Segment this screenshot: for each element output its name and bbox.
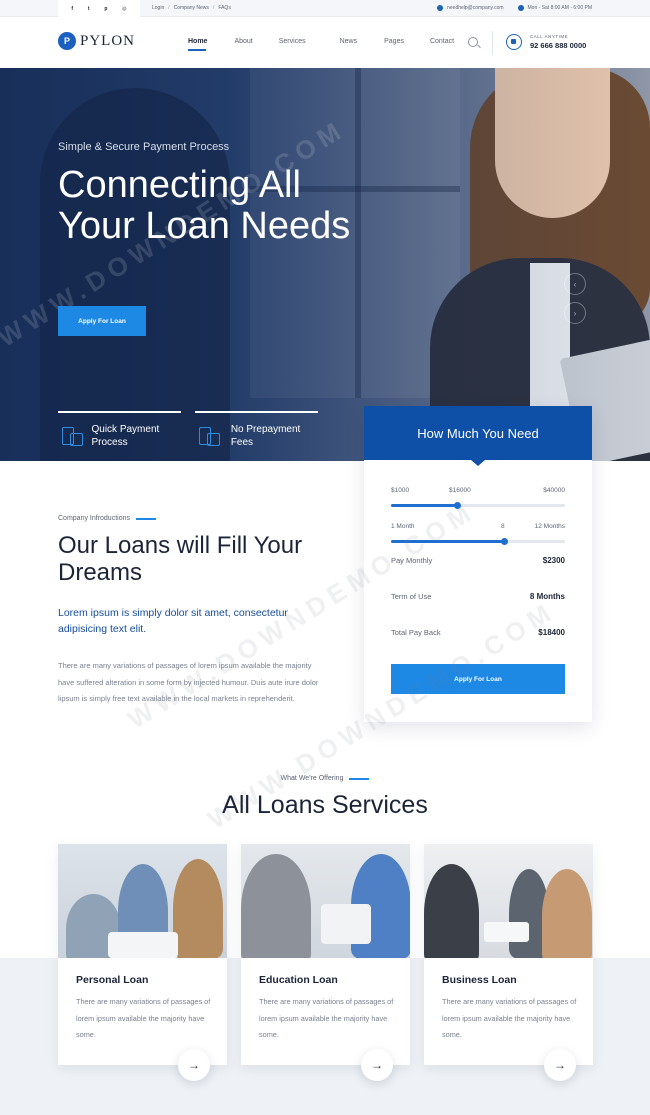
main-nav: Home About Services News Pages Contact bbox=[188, 38, 454, 51]
services-kicker-text: What We're Offering bbox=[280, 775, 344, 782]
services-kicker: What We're Offering bbox=[0, 775, 650, 782]
nav-services[interactable]: Services bbox=[279, 38, 306, 45]
nav-about[interactable]: About bbox=[234, 38, 252, 45]
nav-pages[interactable]: Pages bbox=[384, 38, 404, 45]
faqs-link[interactable]: FAQs bbox=[218, 5, 231, 11]
arrow-right-icon[interactable]: → bbox=[361, 1049, 393, 1081]
login-link[interactable]: Login bbox=[152, 5, 164, 11]
clock-icon bbox=[517, 5, 524, 11]
service-card-education-loan[interactable]: Education Loan There are many variations… bbox=[241, 844, 410, 1081]
row-value: $2300 bbox=[542, 556, 565, 565]
term-slider-handle[interactable] bbox=[501, 538, 509, 545]
link-separator: / bbox=[212, 5, 215, 11]
hero-banner: ‹ › WWW.DOWNDEMO.COM Simple & Secure Pay… bbox=[0, 68, 650, 461]
logo[interactable]: P PYLON bbox=[58, 32, 135, 50]
opening-hours: Mon - Sat 8:00 AM - 6:00 PM bbox=[527, 5, 592, 11]
business-loan-image bbox=[424, 844, 593, 958]
search-icon[interactable] bbox=[468, 37, 478, 47]
feature-label: No Prepayment Fees bbox=[230, 424, 301, 448]
card-title[interactable]: Education Loan bbox=[259, 974, 338, 986]
fees-icon bbox=[195, 423, 221, 451]
phone-icon bbox=[506, 34, 522, 50]
feature-quick-payment: Quick Payment Process bbox=[58, 411, 181, 451]
header-divider bbox=[492, 31, 493, 55]
service-card-business-loan[interactable]: Business Loan There are many variations … bbox=[424, 844, 593, 1081]
nav-news[interactable]: News bbox=[340, 38, 358, 45]
kicker-line bbox=[349, 777, 370, 780]
logo-mark: P bbox=[58, 32, 76, 50]
card-text: There are many variations of passages of… bbox=[76, 997, 211, 1039]
instagram-icon[interactable]: ◎ bbox=[122, 6, 126, 12]
feature-label: Quick Payment Process bbox=[91, 424, 160, 448]
personal-loan-image bbox=[58, 844, 227, 958]
email-info: needhelp@company.com bbox=[437, 5, 504, 11]
nav-home[interactable]: Home bbox=[188, 38, 207, 51]
hours-info: Mon - Sat 8:00 AM - 6:00 PM bbox=[517, 5, 592, 11]
top-links: Login / Company News / FAQs bbox=[152, 5, 231, 11]
amount-max: $40000 bbox=[543, 487, 565, 494]
kicker-line bbox=[135, 517, 156, 520]
email-address[interactable]: needhelp@company.com bbox=[447, 5, 503, 11]
slider-prev-arrow-icon[interactable]: ‹ bbox=[564, 273, 586, 295]
link-separator: / bbox=[168, 5, 170, 11]
service-card-personal-loan[interactable]: Personal Loan There are many variations … bbox=[58, 844, 227, 1081]
social-links: f t p ◎ bbox=[58, 0, 140, 17]
contact-info: needhelp@company.com Mon - Sat 8:00 AM -… bbox=[437, 5, 592, 11]
amount-min: $1000 bbox=[391, 487, 410, 494]
intro-title: Our Loans will Fill Your Dreams bbox=[58, 532, 303, 586]
calculator-title: How Much You Need bbox=[364, 406, 592, 466]
hero-title: Connecting All Your Loan Needs bbox=[58, 164, 351, 247]
term-max: 12 Months bbox=[534, 523, 565, 530]
call-label: CALL ANYTIME bbox=[530, 34, 569, 39]
intro-kicker: Company Infroductions bbox=[58, 515, 156, 522]
card-title[interactable]: Personal Loan bbox=[76, 974, 148, 986]
call-number[interactable]: 92 666 888 0000 bbox=[530, 41, 586, 50]
mail-icon bbox=[437, 5, 444, 11]
amount-current: $16000 bbox=[449, 487, 471, 494]
slider-next-arrow-icon[interactable]: › bbox=[564, 302, 586, 324]
feature-no-prepayment: No Prepayment Fees bbox=[195, 411, 318, 451]
arrow-right-icon[interactable]: → bbox=[178, 1049, 210, 1081]
top-bar: f t p ◎ Login / Company News / FAQs need… bbox=[0, 0, 650, 17]
services-title: All Loans Services bbox=[222, 791, 428, 819]
twitter-icon[interactable]: t bbox=[88, 6, 90, 12]
term-current: 8 bbox=[501, 523, 505, 530]
intro-kicker-text: Company Infroductions bbox=[58, 515, 130, 522]
apply-for-loan-button[interactable]: Apply For Loan bbox=[58, 306, 146, 336]
row-label: Term of Use bbox=[391, 592, 432, 601]
logo-text: PYLON bbox=[80, 32, 136, 49]
row-label: Total Pay Back bbox=[391, 628, 441, 637]
card-title[interactable]: Business Loan bbox=[442, 974, 517, 986]
pinterest-icon[interactable]: p bbox=[104, 6, 107, 12]
amount-slider[interactable] bbox=[391, 502, 565, 509]
card-text: There are many variations of passages of… bbox=[442, 997, 577, 1039]
card-text: There are many variations of passages of… bbox=[259, 997, 394, 1039]
hero-subtitle: Simple & Secure Payment Process bbox=[58, 141, 230, 153]
facebook-icon[interactable]: f bbox=[71, 6, 73, 12]
education-loan-image bbox=[241, 844, 410, 958]
arrow-right-icon[interactable]: → bbox=[544, 1049, 576, 1081]
company-news-link[interactable]: Company News bbox=[174, 5, 209, 11]
main-header: P PYLON Home About Services News Pages C… bbox=[0, 17, 650, 68]
payment-icon bbox=[58, 423, 83, 451]
nav-contact[interactable]: Contact bbox=[430, 38, 454, 45]
